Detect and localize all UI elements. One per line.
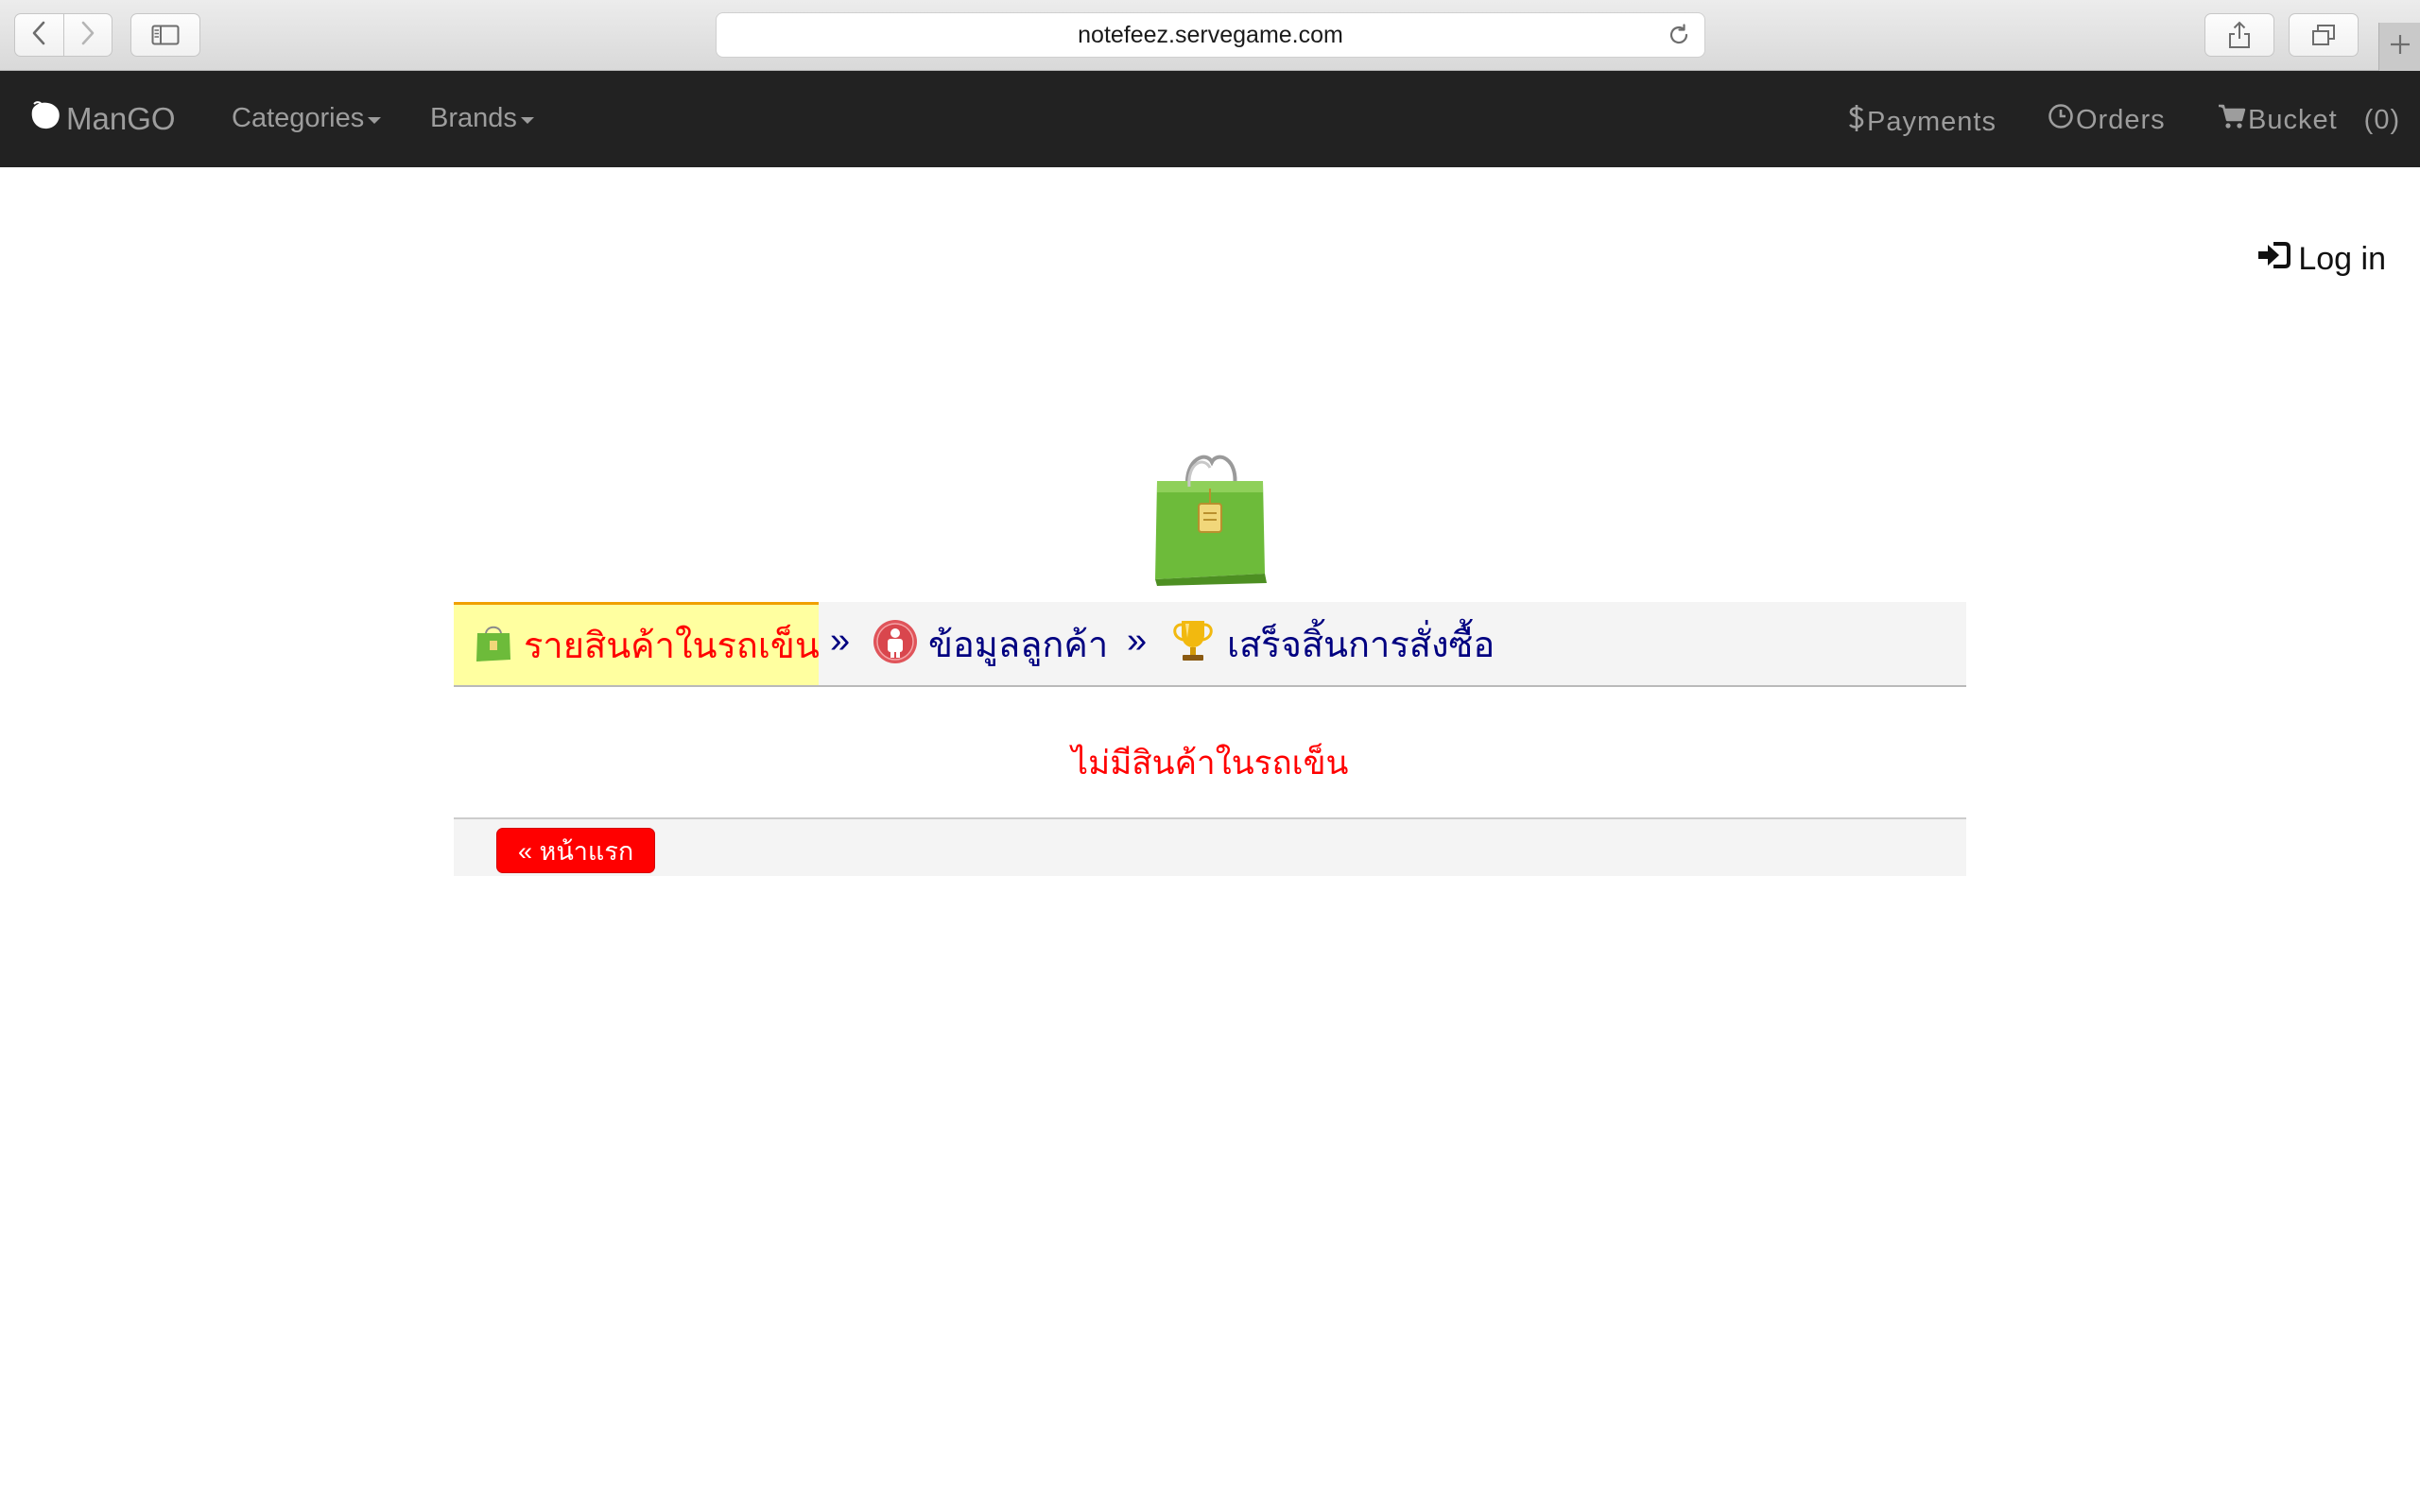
clock-icon xyxy=(2048,103,2076,137)
step-complete: เสร็จสิ้นการสั่งซื้อ xyxy=(1168,602,1495,685)
forward-arrow-icon xyxy=(80,21,95,50)
step-cart-label: รายสินค้าในรถเข็น xyxy=(524,627,820,666)
site-navbar: ManGO Categories Brands Payments Orders … xyxy=(0,71,2420,167)
step-cart: รายสินค้าในรถเข็น xyxy=(454,602,820,685)
caret-down-icon xyxy=(520,117,534,124)
brands-label: Brands xyxy=(430,103,517,133)
categories-dropdown[interactable]: Categories xyxy=(232,103,382,134)
step-customer: ข้อมูลลูกค้า xyxy=(872,602,1108,685)
categories-label: Categories xyxy=(232,103,365,133)
orders-label: Orders xyxy=(2076,104,2166,135)
caret-down-icon xyxy=(368,117,382,124)
payments-label: Payments xyxy=(1867,106,1996,137)
bucket-link[interactable]: Bucket (0) xyxy=(2218,103,2400,137)
history-buttons xyxy=(14,13,112,57)
url-text: notefeez.servegame.com xyxy=(1078,21,1343,48)
checkout-steps: รายสินค้าในรถเข็น » ข้อมูลลูกค้า » เสร็จ… xyxy=(454,602,1966,687)
sidebar-icon xyxy=(151,25,180,45)
brand-name: ManGO xyxy=(66,101,176,136)
log-in-icon xyxy=(2256,240,2298,279)
address-bar[interactable]: notefeez.servegame.com xyxy=(716,12,1705,58)
empty-cart-message: ไม่มีสินค้าในรถเข็น xyxy=(1071,745,1349,782)
forward-button[interactable] xyxy=(64,14,112,56)
share-icon xyxy=(2228,21,2251,49)
login-link[interactable]: Log in xyxy=(2256,240,2386,279)
shopping-bag-icon xyxy=(1151,449,1269,591)
share-button[interactable] xyxy=(2204,13,2274,57)
cart-actions-bar: « หน้าแรก xyxy=(454,817,1966,876)
bucket-label: Bucket xyxy=(2248,104,2338,135)
browser-toolbar: notefeez.servegame.com xyxy=(0,0,2420,71)
tabs-icon xyxy=(2311,24,2336,46)
trophy-icon xyxy=(1168,617,1227,671)
new-tab-button[interactable] xyxy=(2378,23,2420,71)
home-button[interactable]: « หน้าแรก xyxy=(496,828,656,873)
payments-link[interactable]: Payments xyxy=(1848,103,1996,141)
step-customer-label: ข้อมูลลูกค้า xyxy=(928,625,1109,665)
step-separator: » xyxy=(1127,621,1148,661)
shopping-bag-icon xyxy=(475,622,512,668)
cart-icon xyxy=(2218,103,2248,137)
tabs-button[interactable] xyxy=(2289,13,2359,57)
step-complete-label: เสร็จสิ้นการสั่งซื้อ xyxy=(1227,625,1495,665)
reload-icon[interactable] xyxy=(1667,23,1691,54)
orders-link[interactable]: Orders xyxy=(2048,103,2166,137)
login-label: Log in xyxy=(2298,241,2386,277)
brand-link[interactable]: ManGO xyxy=(28,99,176,139)
step-separator: » xyxy=(830,621,851,661)
brands-dropdown[interactable]: Brands xyxy=(430,103,534,134)
back-button[interactable] xyxy=(15,14,64,56)
bucket-count: (0) xyxy=(2363,104,2401,135)
mango-icon xyxy=(28,99,66,139)
back-arrow-icon xyxy=(31,21,46,50)
plus-icon xyxy=(2389,33,2411,60)
sidebar-button[interactable] xyxy=(130,13,200,57)
customer-icon xyxy=(872,618,928,670)
dollar-icon xyxy=(1848,103,1867,141)
